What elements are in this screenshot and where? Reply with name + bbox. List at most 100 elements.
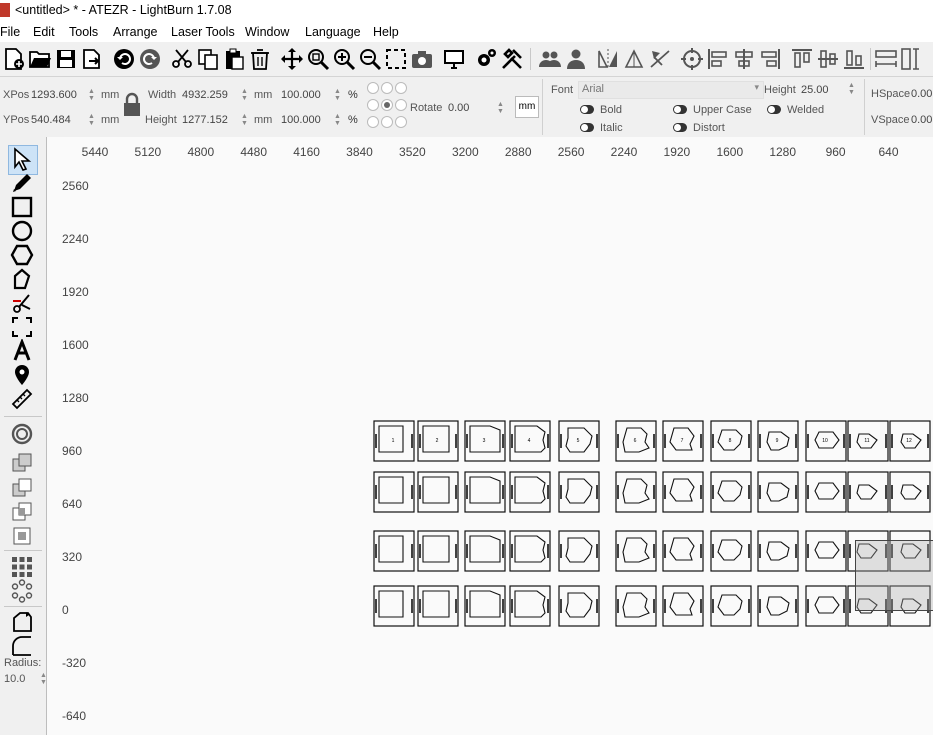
- frame-selection-icon[interactable]: [384, 47, 408, 71]
- puzzle-piece[interactable]: 8: [710, 420, 752, 462]
- upper-case-toggle[interactable]: [673, 105, 687, 114]
- group-icon[interactable]: [538, 47, 562, 71]
- design-canvas[interactable]: 5440 5120 4800 4480 4160 3840 3520 3200 2880 2560…: [55, 137, 933, 735]
- polygon-icon[interactable]: [10, 243, 34, 267]
- monitor-icon[interactable]: [442, 47, 466, 71]
- align-top-icon[interactable]: [790, 47, 814, 71]
- redo-icon[interactable]: [138, 47, 162, 71]
- grid-array-icon[interactable]: [10, 555, 34, 579]
- puzzle-piece[interactable]: [373, 530, 415, 572]
- copy-icon[interactable]: [196, 47, 220, 71]
- xpos-field[interactable]: 1293.600: [31, 89, 77, 101]
- flip-horizontal-icon[interactable]: [596, 47, 620, 71]
- zoom-page-icon[interactable]: [306, 47, 330, 71]
- bold-toggle[interactable]: [580, 105, 594, 114]
- puzzle-piece[interactable]: 4: [509, 420, 551, 462]
- puzzle-piece[interactable]: [558, 471, 600, 513]
- menu-arrange[interactable]: Arrange: [113, 25, 157, 39]
- menu-language[interactable]: Language: [305, 25, 361, 39]
- open-folder-icon[interactable]: [28, 47, 52, 71]
- puzzle-piece[interactable]: [509, 585, 551, 627]
- zoom-out-icon[interactable]: [358, 47, 382, 71]
- align-hcenter-icon[interactable]: [732, 47, 756, 71]
- puzzle-piece[interactable]: [509, 471, 551, 513]
- puzzle-piece[interactable]: [847, 471, 889, 513]
- boolean-intersection-icon[interactable]: [10, 500, 34, 524]
- puzzle-piece[interactable]: 2: [417, 420, 459, 462]
- ypos-spinner[interactable]: ▲ ▼: [88, 113, 95, 127]
- width-field[interactable]: 4932.259: [182, 89, 228, 101]
- puzzle-piece[interactable]: 12: [889, 420, 931, 462]
- cut-icon[interactable]: [170, 47, 194, 71]
- save-icon[interactable]: [54, 47, 78, 71]
- puzzle-piece[interactable]: [662, 530, 704, 572]
- puzzle-piece[interactable]: [464, 585, 506, 627]
- puzzle-piece[interactable]: 9: [757, 420, 799, 462]
- puzzle-piece[interactable]: [615, 471, 657, 513]
- mirror-across-line-icon[interactable]: [648, 47, 672, 71]
- menu-window[interactable]: Window: [245, 25, 289, 39]
- puzzle-piece[interactable]: [417, 530, 459, 572]
- move-icon[interactable]: [280, 47, 304, 71]
- puzzle-piece[interactable]: 1: [373, 420, 415, 462]
- puzzle-piece[interactable]: [805, 530, 847, 572]
- trim-scissors-icon[interactable]: [10, 291, 34, 315]
- font-select[interactable]: Arial ▾: [578, 81, 764, 99]
- vspace-field[interactable]: 0.00: [911, 114, 932, 126]
- hspace-field[interactable]: 0.00: [911, 88, 932, 100]
- text-tool-icon[interactable]: [10, 339, 34, 363]
- puzzle-piece[interactable]: [805, 585, 847, 627]
- font-height-spinner[interactable]: ▲ ▼: [848, 82, 855, 96]
- puzzle-piece[interactable]: [558, 530, 600, 572]
- ellipse-icon[interactable]: [10, 219, 34, 243]
- puzzle-piece[interactable]: 5: [558, 420, 600, 462]
- weld-shapes-icon[interactable]: [10, 524, 34, 548]
- undo-icon[interactable]: [112, 47, 136, 71]
- offset-shapes-icon[interactable]: [10, 315, 34, 339]
- scale-width-field[interactable]: 100.000: [281, 89, 321, 101]
- puzzle-piece[interactable]: 7: [662, 420, 704, 462]
- boolean-union-icon[interactable]: [10, 451, 34, 475]
- circular-array-icon[interactable]: [10, 579, 34, 603]
- delete-icon[interactable]: [248, 47, 272, 71]
- export-icon[interactable]: [80, 47, 104, 71]
- puzzle-piece[interactable]: 11: [847, 420, 889, 462]
- welded-toggle[interactable]: [767, 105, 781, 114]
- align-center-target-icon[interactable]: [680, 47, 704, 71]
- puzzle-piece[interactable]: [710, 585, 752, 627]
- italic-toggle[interactable]: [580, 123, 594, 132]
- puzzle-piece[interactable]: [615, 585, 657, 627]
- ungroup-icon[interactable]: [564, 47, 588, 71]
- puzzle-piece[interactable]: [417, 585, 459, 627]
- puzzle-piece[interactable]: [558, 585, 600, 627]
- menu-file[interactable]: File: [0, 25, 20, 39]
- puzzle-piece[interactable]: [373, 471, 415, 513]
- puzzle-piece[interactable]: [757, 530, 799, 572]
- font-height-field[interactable]: 25.00: [801, 84, 829, 96]
- distribute-horizontal-icon[interactable]: [874, 47, 898, 71]
- menu-tools[interactable]: Tools: [69, 25, 98, 39]
- mm-toggle-button[interactable]: mm: [515, 96, 539, 118]
- puzzle-piece[interactable]: [373, 585, 415, 627]
- puzzle-piece[interactable]: [615, 530, 657, 572]
- puzzle-piece[interactable]: [889, 471, 931, 513]
- puzzle-piece[interactable]: [757, 585, 799, 627]
- height-spinner[interactable]: ▲ ▼: [241, 113, 248, 127]
- puzzle-piece[interactable]: [417, 471, 459, 513]
- selection-box[interactable]: [855, 540, 933, 611]
- device-settings-icon[interactable]: [500, 47, 524, 71]
- align-bottom-icon[interactable]: [842, 47, 866, 71]
- puzzle-piece[interactable]: [757, 471, 799, 513]
- puzzle-piece[interactable]: [710, 471, 752, 513]
- height-field[interactable]: 1277.152: [182, 114, 228, 126]
- menu-help[interactable]: Help: [373, 25, 399, 39]
- width-spinner[interactable]: ▲ ▼: [241, 88, 248, 102]
- offset-ring-icon[interactable]: [10, 422, 34, 446]
- puzzle-piece[interactable]: 3: [464, 420, 506, 462]
- xpos-spinner[interactable]: ▲ ▼: [88, 88, 95, 102]
- puzzle-piece[interactable]: [805, 471, 847, 513]
- pencil-icon[interactable]: [10, 171, 34, 195]
- rotate-spinner[interactable]: ▲ ▼: [497, 101, 504, 115]
- puzzle-piece[interactable]: [509, 530, 551, 572]
- puzzle-piece[interactable]: [662, 585, 704, 627]
